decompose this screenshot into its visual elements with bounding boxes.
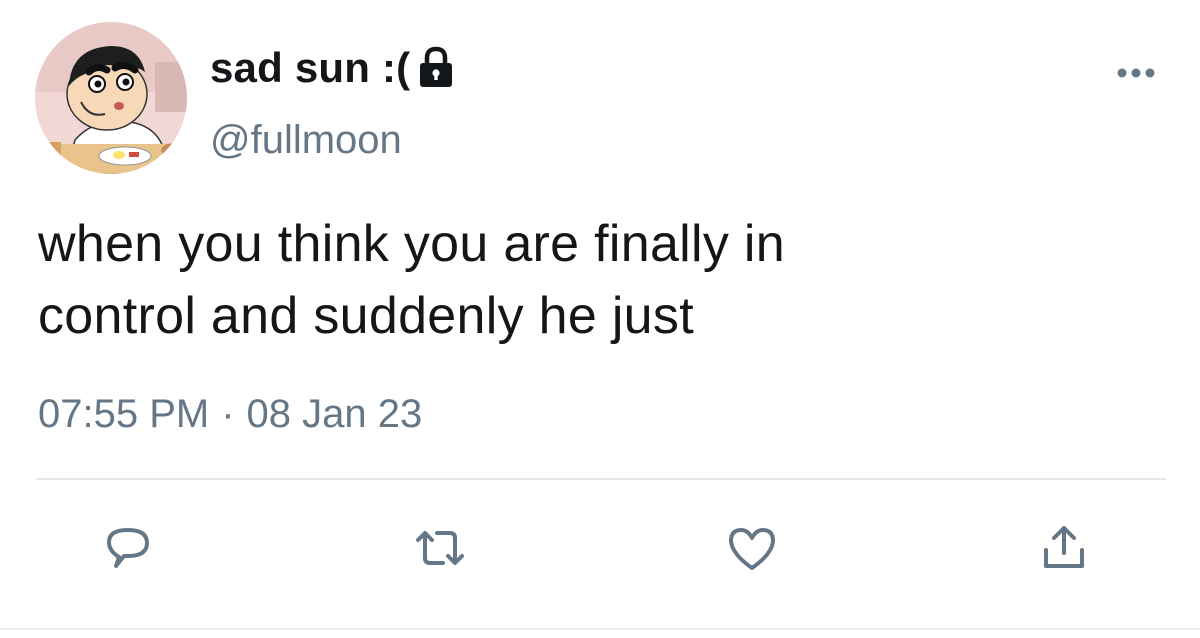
- tweet-text-line-1: when you think you are finally in: [38, 215, 785, 273]
- share-icon: [1036, 520, 1092, 581]
- timestamp-separator: ·: [221, 392, 235, 436]
- author-display-name[interactable]: sad sun :(: [210, 44, 410, 92]
- reply-icon: [100, 520, 156, 581]
- author-handle[interactable]: @fullmoon: [210, 118, 402, 163]
- divider: [36, 478, 1166, 480]
- share-button[interactable]: [1034, 520, 1094, 580]
- tweet-text: when you think you are finally in contro…: [38, 208, 1038, 352]
- tweet-date: 08 Jan 23: [246, 392, 423, 436]
- tweet-timestamp[interactable]: 07:55 PM · 08 Jan 23: [38, 392, 422, 437]
- author-name-row: sad sun :(: [210, 40, 456, 96]
- bottom-border: [0, 628, 1200, 630]
- avatar[interactable]: [35, 22, 187, 174]
- retweet-button[interactable]: [410, 520, 470, 580]
- tweet-card: sad sun :( @fullmoon when you think you …: [0, 0, 1200, 638]
- tweet-text-line-2: control and suddenly he just: [38, 287, 694, 345]
- like-button[interactable]: [722, 520, 782, 580]
- more-icon[interactable]: [1112, 58, 1160, 88]
- retweet-icon: [410, 520, 470, 581]
- lock-icon: [416, 46, 456, 90]
- reply-button[interactable]: [98, 520, 158, 580]
- tweet-time: 07:55 PM: [38, 392, 210, 436]
- heart-icon: [724, 520, 780, 581]
